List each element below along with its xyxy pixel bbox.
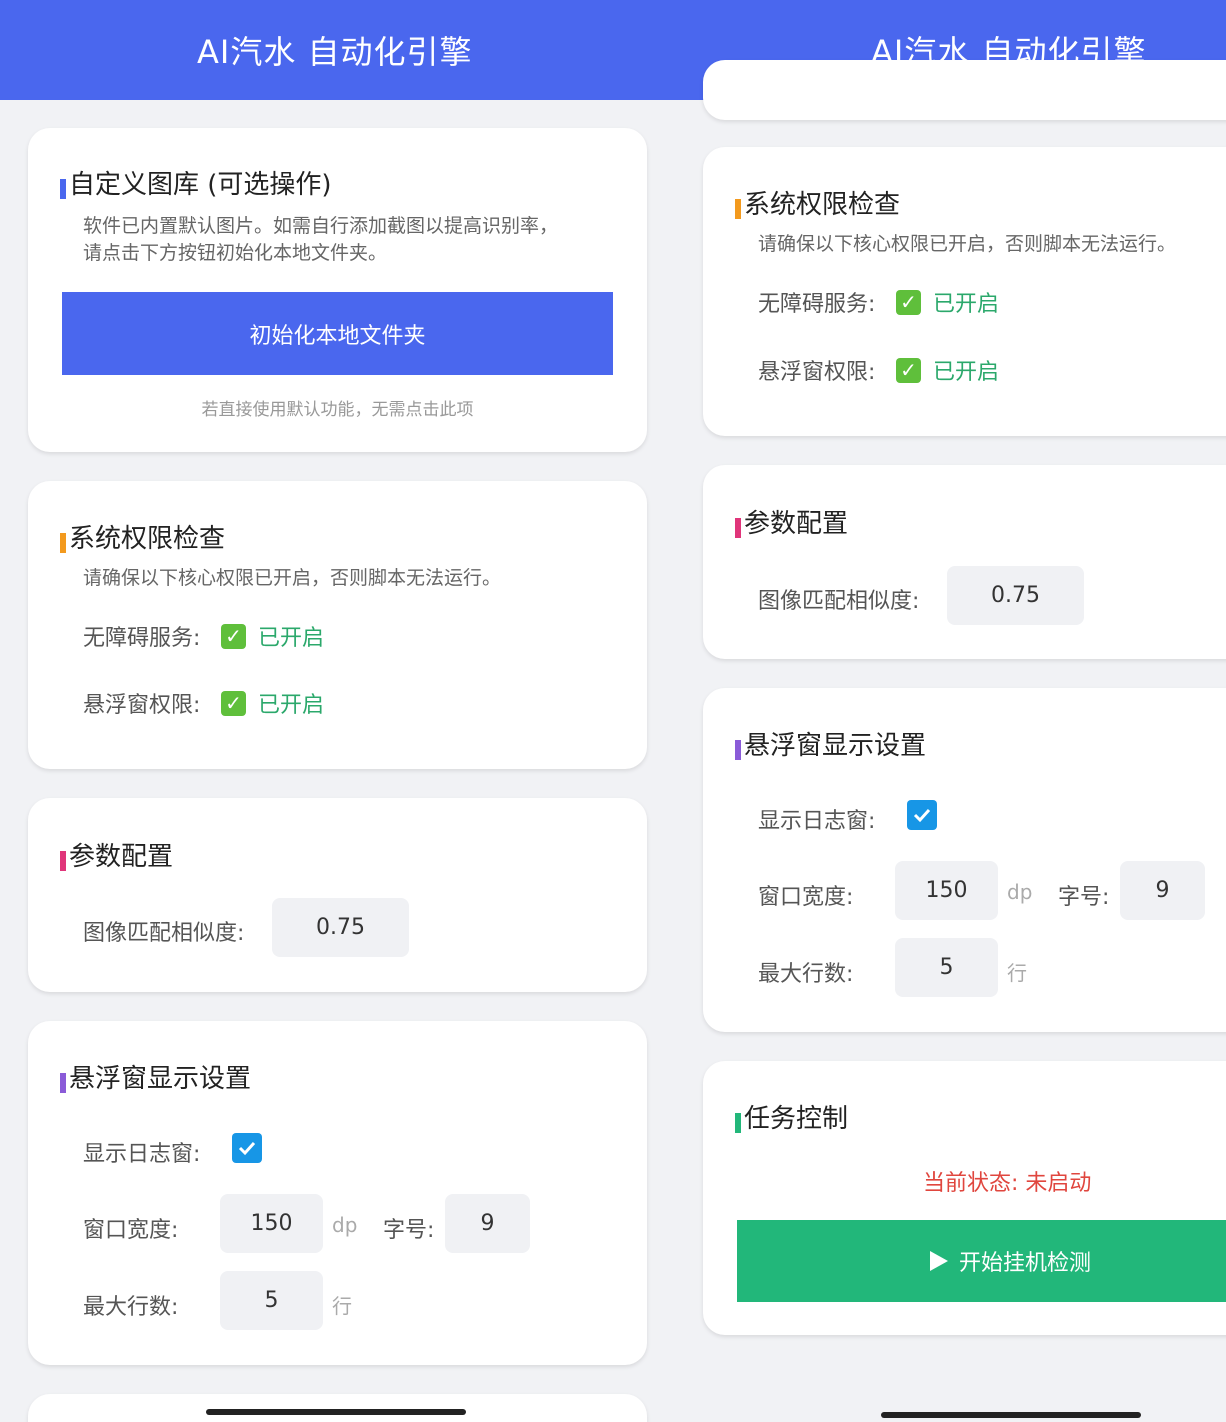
accessibility-label: 无障碍服务: (83, 626, 201, 651)
home-indicator[interactable] (206, 1409, 466, 1415)
task-status: 当前状态: 未启动 (923, 1171, 1092, 1196)
accessibility-status: ✓ 已开启 (221, 620, 324, 652)
title-accent-bar (60, 850, 66, 871)
permission-desc: 请确保以下核心权限已开启，否则脚本无法运行。 (83, 567, 502, 589)
font-size-input[interactable]: 9 (445, 1194, 530, 1253)
task-card: 任务控制 当前状态: 未启动 开始挂机检测 (703, 1061, 1226, 1335)
title-accent-bar (735, 517, 741, 538)
play-icon (929, 1251, 948, 1271)
max-lines-unit: 行 (1007, 961, 1027, 985)
next-card-partial (28, 1394, 647, 1422)
title-accent-bar (735, 1112, 741, 1133)
init-folder-button[interactable]: 初始化本地文件夹 (62, 292, 613, 375)
title-accent-bar (735, 739, 741, 760)
width-unit: dp (332, 1213, 358, 1237)
check-mark-icon: ✓ (221, 690, 246, 716)
show-log-checkbox[interactable] (232, 1133, 262, 1163)
gallery-hint: 若直接使用默认功能，无需点击此项 (201, 400, 474, 420)
params-card: 参数配置 图像匹配相似度: 0.75 (28, 798, 647, 992)
width-label: 窗口宽度: (83, 1218, 179, 1243)
show-log-checkbox[interactable] (907, 800, 937, 830)
params-card-title: 参数配置 (735, 503, 848, 540)
font-size-label: 字号: (1058, 885, 1110, 910)
permission-card-title: 系统权限检查 (60, 518, 225, 555)
app-bar: AI汽水 自动化引擎 (0, 0, 675, 100)
home-indicator[interactable] (881, 1412, 1141, 1418)
title-accent-bar (60, 532, 66, 553)
width-input[interactable]: 150 (220, 1194, 323, 1253)
check-mark-icon: ✓ (896, 289, 921, 315)
right-screen: AI汽水 自动化引擎 系统权限检查 请确保以下核心权限已开启，否则脚本无法运行。… (675, 0, 1226, 1422)
gallery-card-title: 自定义图库 (可选操作) (60, 164, 332, 201)
permission-card: 系统权限检查 请确保以下核心权限已开启，否则脚本无法运行。 无障碍服务: ✓ 已… (28, 481, 647, 769)
app-title: AI汽水 自动化引擎 (197, 33, 473, 71)
left-screen: AI汽水 自动化引擎 自定义图库 (可选操作) 软件已内置默认图片。如需自行添加… (0, 0, 675, 1422)
overlay-card-title: 悬浮窗显示设置 (735, 725, 926, 762)
permission-card-title: 系统权限检查 (735, 184, 900, 221)
width-unit: dp (1007, 880, 1033, 904)
max-lines-label: 最大行数: (758, 962, 854, 987)
overlay-perm-label: 悬浮窗权限: (758, 360, 876, 385)
max-lines-label: 最大行数: (83, 1295, 179, 1320)
width-label: 窗口宽度: (758, 885, 854, 910)
overlay-card: 悬浮窗显示设置 显示日志窗: 窗口宽度: 150 dp 字号: 9 最大行数: … (28, 1021, 647, 1365)
check-mark-icon: ✓ (896, 357, 921, 383)
max-lines-input[interactable]: 5 (220, 1271, 323, 1330)
similarity-input[interactable]: 0.75 (272, 898, 409, 957)
overlay-perm-status: ✓ 已开启 (896, 354, 999, 386)
permission-desc: 请确保以下核心权限已开启，否则脚本无法运行。 (758, 233, 1177, 255)
prev-card-partial (703, 60, 1226, 120)
title-accent-bar (735, 198, 741, 219)
width-input[interactable]: 150 (895, 861, 998, 920)
permission-card: 系统权限检查 请确保以下核心权限已开启，否则脚本无法运行。 无障碍服务: ✓ 已… (703, 147, 1226, 436)
similarity-label: 图像匹配相似度: (758, 589, 920, 614)
overlay-card: 悬浮窗显示设置 显示日志窗: 窗口宽度: 150 dp 字号: 9 最大行数: … (703, 688, 1226, 1032)
max-lines-unit: 行 (332, 1294, 352, 1318)
task-card-title: 任务控制 (735, 1098, 848, 1135)
params-card-title: 参数配置 (60, 836, 173, 873)
accessibility-status: ✓ 已开启 (896, 286, 999, 318)
gallery-desc: 软件已内置默认图片。如需自行添加截图以提高识别率， 请点击下方按钮初始化本地文件… (83, 215, 559, 264)
similarity-label: 图像匹配相似度: (83, 921, 245, 946)
title-accent-bar (60, 1072, 66, 1093)
show-log-label: 显示日志窗: (758, 809, 876, 834)
overlay-card-title: 悬浮窗显示设置 (60, 1058, 251, 1095)
params-card: 参数配置 图像匹配相似度: 0.75 (703, 465, 1226, 659)
font-size-label: 字号: (383, 1218, 435, 1243)
gallery-card: 自定义图库 (可选操作) 软件已内置默认图片。如需自行添加截图以提高识别率， 请… (28, 128, 647, 452)
font-size-input[interactable]: 9 (1120, 861, 1205, 920)
title-accent-bar (60, 178, 66, 199)
overlay-perm-status: ✓ 已开启 (221, 687, 324, 719)
accessibility-label: 无障碍服务: (758, 292, 876, 317)
max-lines-input[interactable]: 5 (895, 938, 998, 997)
similarity-input[interactable]: 0.75 (947, 566, 1084, 625)
start-button[interactable]: 开始挂机检测 (737, 1220, 1226, 1302)
check-mark-icon: ✓ (221, 623, 246, 649)
show-log-label: 显示日志窗: (83, 1142, 201, 1167)
overlay-perm-label: 悬浮窗权限: (83, 693, 201, 718)
